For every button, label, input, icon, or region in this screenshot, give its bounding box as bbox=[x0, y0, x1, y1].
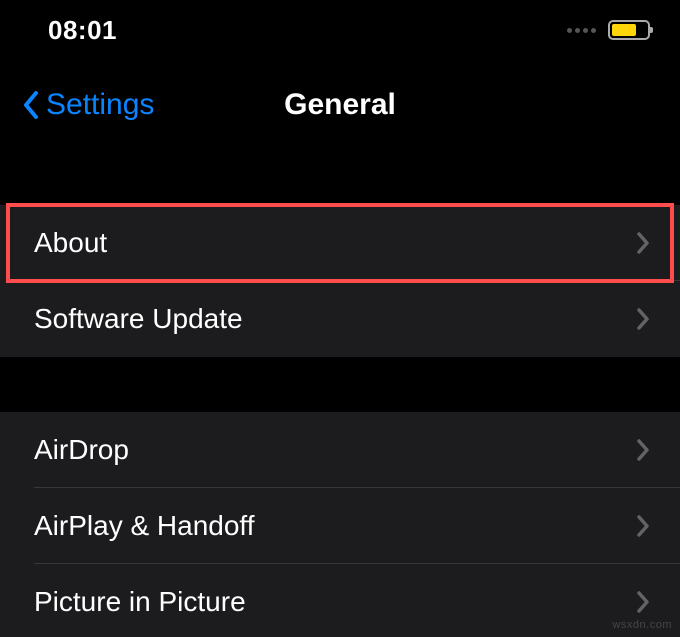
chevron-right-icon bbox=[636, 231, 650, 255]
page-title: General bbox=[284, 88, 396, 122]
signal-dots bbox=[567, 28, 596, 33]
battery-icon bbox=[608, 20, 650, 40]
list-item-label: Software Update bbox=[34, 303, 243, 335]
list-item-airplay-handoff[interactable]: AirPlay & Handoff bbox=[0, 488, 680, 564]
status-bar: 08:01 bbox=[0, 0, 680, 60]
chevron-right-icon bbox=[636, 438, 650, 462]
back-button[interactable]: Settings bbox=[22, 88, 154, 122]
list-group: About Software Update bbox=[0, 205, 680, 357]
list-item-about[interactable]: About bbox=[0, 205, 680, 281]
watermark: wsxdn.com bbox=[612, 619, 672, 631]
status-right bbox=[567, 20, 650, 40]
nav-bar: Settings General bbox=[0, 60, 680, 150]
list-item-label: Picture in Picture bbox=[34, 586, 246, 618]
section-spacer bbox=[0, 357, 680, 412]
chevron-right-icon bbox=[636, 590, 650, 614]
list-item-airdrop[interactable]: AirDrop bbox=[0, 412, 680, 488]
list-item-label: AirPlay & Handoff bbox=[34, 510, 255, 542]
back-label: Settings bbox=[46, 88, 154, 122]
list-group: AirDrop AirPlay & Handoff Picture in Pic… bbox=[0, 412, 680, 637]
chevron-right-icon bbox=[636, 514, 650, 538]
chevron-right-icon bbox=[636, 307, 650, 331]
list-item-picture-in-picture[interactable]: Picture in Picture bbox=[0, 564, 680, 637]
status-time: 08:01 bbox=[48, 15, 117, 46]
section-spacer bbox=[0, 150, 680, 205]
chevron-left-icon bbox=[22, 90, 40, 120]
list-item-software-update[interactable]: Software Update bbox=[0, 281, 680, 357]
list-item-label: About bbox=[34, 227, 107, 259]
list-item-label: AirDrop bbox=[34, 434, 129, 466]
